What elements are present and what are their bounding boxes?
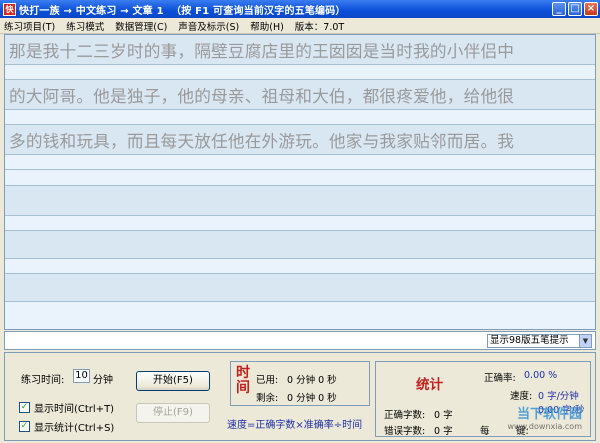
text-line-6 bbox=[5, 274, 595, 302]
menu-version: 版本：7.0T bbox=[294, 21, 345, 33]
correct-count-value: 0 字 bbox=[434, 410, 453, 421]
speed-formula: 速度=正确字数×准确率÷时间 bbox=[227, 420, 363, 431]
time-heading: 时间 bbox=[236, 365, 250, 396]
stats-heading: 统计 bbox=[416, 377, 443, 393]
speed-label: 速度: bbox=[510, 391, 533, 402]
watermark-url: www.downxia.com bbox=[507, 422, 582, 431]
wubi-hint-select-value: 显示98版五笔提示 bbox=[490, 335, 569, 346]
app-icon: 快 bbox=[3, 2, 16, 16]
show-stats-label: 显示统计(Ctrl+S) bbox=[34, 423, 115, 434]
watermark-logo: 当下软件园 bbox=[516, 407, 582, 422]
text-line-1: 那是我十二三岁时的事，隔壁豆腐店里的王囡囡是当时我的小伴侣中 bbox=[5, 35, 595, 65]
practice-time-input[interactable]: 10 bbox=[73, 369, 90, 383]
show-time-label: 显示时间(Ctrl+T) bbox=[34, 404, 115, 415]
typing-line-3[interactable] bbox=[5, 155, 595, 170]
wubi-hint-select[interactable]: 显示98版五笔提示 ▼ bbox=[487, 334, 592, 348]
typing-line-4[interactable] bbox=[5, 216, 595, 231]
typing-line-empty[interactable] bbox=[5, 170, 595, 186]
time-used-value: 0 分钟 0 秒 bbox=[287, 375, 337, 386]
time-remaining-label: 剩余: bbox=[256, 393, 279, 404]
practice-time-label: 练习时间: bbox=[21, 375, 65, 386]
text-line-5 bbox=[5, 231, 595, 259]
title-bar: 快 快打一族 → 中文练习 → 文章 1 （按 F1 可查询当前汉字的五笔编码）… bbox=[0, 0, 600, 18]
menu-practice-mode[interactable]: 练习模式 bbox=[66, 19, 104, 33]
close-icon[interactable]: × bbox=[584, 2, 598, 16]
speed-value-per-minute: 0 字/分钟 bbox=[538, 391, 579, 402]
practice-text-area[interactable]: 那是我十二三岁时的事，隔壁豆腐店里的王囡囡是当时我的小伴侣中 的大阿哥。他是独子… bbox=[4, 34, 596, 330]
menu-data-management[interactable]: 数据管理(C) bbox=[115, 19, 167, 33]
text-line-4 bbox=[5, 186, 595, 216]
window-controls: _ □ × bbox=[552, 2, 598, 16]
menu-sound-markers[interactable]: 声音及标示(S) bbox=[178, 19, 239, 33]
minimize-icon[interactable]: _ bbox=[552, 2, 566, 16]
practice-line-text: 多的钱和玩具，而且每天放任他在外游玩。他家与我家贴邻而居。我 bbox=[9, 131, 515, 151]
text-line-2: 的大阿哥。他是独子，他的母亲、祖母和大伯，都很疼爱他，给他很 bbox=[5, 80, 595, 110]
error-count-label: 错误字数: bbox=[384, 426, 426, 437]
chevron-down-icon[interactable]: ▼ bbox=[579, 335, 591, 347]
check-icon[interactable]: ✓ bbox=[19, 402, 30, 413]
accuracy-label: 正确率: bbox=[484, 373, 516, 384]
check-icon[interactable]: ✓ bbox=[19, 421, 30, 432]
time-panel: 时间 已用: 0 分钟 0 秒 剩余: 0 分钟 0 秒 bbox=[230, 361, 370, 406]
accuracy-value: 0.00 % bbox=[524, 370, 558, 381]
correct-count-label: 正确字数: bbox=[384, 410, 426, 421]
error-count-value: 0 字 bbox=[434, 426, 453, 437]
control-panel: 练习时间: 10 分钟 ✓ 显示时间(Ctrl+T) ✓ 显示统计(Ctrl+S… bbox=[4, 352, 596, 441]
practice-line-text: 那是我十二三岁时的事，隔壁豆腐店里的王囡囡是当时我的小伴侣中 bbox=[9, 41, 515, 61]
watermark: 当下软件园 www.downxia.com bbox=[507, 403, 582, 431]
practice-time-unit: 分钟 bbox=[93, 375, 113, 386]
maximize-icon[interactable]: □ bbox=[568, 2, 582, 16]
menu-practice-items[interactable]: 练习项目(T) bbox=[4, 19, 55, 33]
typing-line-6[interactable] bbox=[5, 302, 595, 329]
typing-line-2[interactable] bbox=[5, 110, 595, 125]
menu-help[interactable]: 帮助(H) bbox=[250, 19, 284, 33]
typing-line-5[interactable] bbox=[5, 259, 595, 274]
time-remaining-value: 0 分钟 0 秒 bbox=[287, 393, 337, 404]
stop-button[interactable]: 停止(F9) bbox=[136, 403, 210, 423]
text-line-3: 多的钱和玩具，而且每天放任他在外游玩。他家与我家贴邻而居。我 bbox=[5, 125, 595, 155]
show-stats-checkbox-row[interactable]: ✓ 显示统计(Ctrl+S) bbox=[19, 419, 114, 434]
menu-bar: 练习项目(T) 练习模式 数据管理(C) 声音及标示(S) 帮助(H) 版本：7… bbox=[0, 18, 600, 34]
time-used-label: 已用: bbox=[256, 375, 279, 386]
practice-line-text: 的大阿哥。他是独子，他的母亲、祖母和大伯，都很疼爱他，给他很 bbox=[9, 86, 515, 106]
show-time-checkbox-row[interactable]: ✓ 显示时间(Ctrl+T) bbox=[19, 400, 114, 415]
keystroke-label: 每 bbox=[480, 426, 490, 437]
hint-bar: 显示98版五笔提示 ▼ bbox=[4, 331, 596, 350]
typing-line-1[interactable] bbox=[5, 65, 595, 80]
window-title: 快打一族 → 中文练习 → 文章 1 （按 F1 可查询当前汉字的五笔编码） bbox=[19, 5, 346, 17]
stats-panel: 统计 正确率: 0.00 % 速度: 0 字/分钟 0.00 字/秒 正确字数:… bbox=[375, 361, 591, 437]
start-button[interactable]: 开始(F5) bbox=[136, 371, 210, 391]
